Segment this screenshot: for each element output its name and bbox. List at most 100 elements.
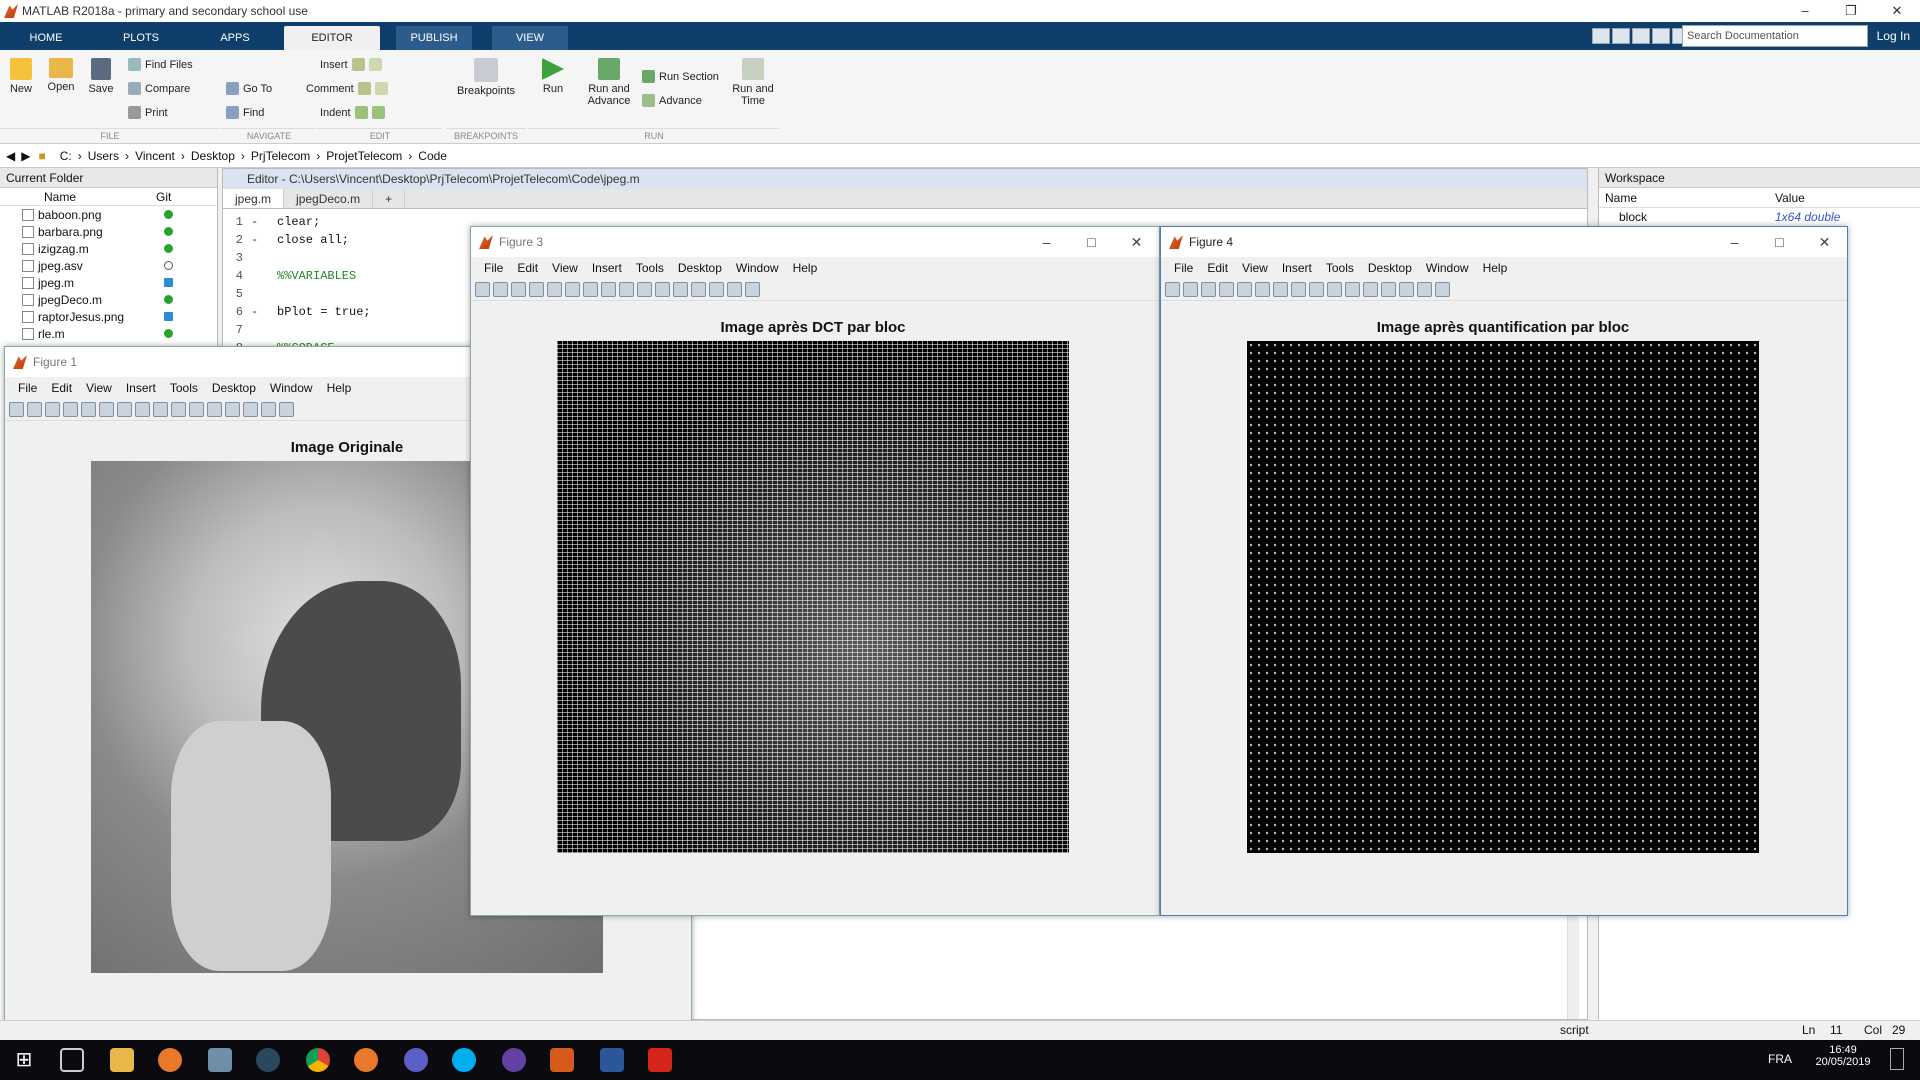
zoom-out-icon[interactable] xyxy=(583,282,598,297)
list-item[interactable]: raptorJesus.png xyxy=(0,308,217,325)
zoom-out-icon[interactable] xyxy=(1273,282,1288,297)
link-icon[interactable] xyxy=(207,402,222,417)
legend-icon[interactable] xyxy=(1399,282,1414,297)
pan-icon[interactable] xyxy=(135,402,150,417)
login-link[interactable]: Log In xyxy=(1877,25,1910,47)
tab-jpeg-m[interactable]: jpeg.m xyxy=(223,189,285,208)
menu-file[interactable]: File xyxy=(477,261,510,275)
menu-window[interactable]: Window xyxy=(263,381,320,395)
brush-icon[interactable] xyxy=(655,282,670,297)
hide-tools-icon[interactable] xyxy=(261,402,276,417)
workspace-col-value[interactable]: Value xyxy=(1775,188,1805,207)
brush-icon[interactable] xyxy=(189,402,204,417)
menu-help[interactable]: Help xyxy=(320,381,359,395)
brush-icon[interactable] xyxy=(1345,282,1360,297)
insert-button[interactable]: Insert xyxy=(320,58,382,71)
link-icon[interactable] xyxy=(673,282,688,297)
blender-icon[interactable] xyxy=(158,1048,182,1072)
breadcrumb-prjtelecom[interactable]: PrjTelecom xyxy=(251,149,310,163)
print-icon[interactable] xyxy=(63,402,78,417)
workspace-col-name[interactable]: Name xyxy=(1605,188,1775,207)
colorbar-icon[interactable] xyxy=(225,402,240,417)
tab-view[interactable]: VIEW xyxy=(492,26,568,50)
new-figure-icon[interactable] xyxy=(9,402,24,417)
indent-button[interactable]: Indent xyxy=(320,106,385,119)
print-icon[interactable] xyxy=(1219,282,1234,297)
open-icon[interactable] xyxy=(1183,282,1198,297)
menu-edit[interactable]: Edit xyxy=(510,261,545,275)
store-icon[interactable] xyxy=(208,1048,232,1072)
close-icon[interactable]: ✕ xyxy=(1874,0,1920,22)
list-item[interactable]: jpegDeco.m xyxy=(0,291,217,308)
data-cursor-icon[interactable] xyxy=(1327,282,1342,297)
compare-button[interactable]: Compare xyxy=(128,82,190,95)
close-icon[interactable]: ✕ xyxy=(1114,227,1159,257)
table-row[interactable]: block 1x64 double xyxy=(1599,208,1920,226)
menu-desktop[interactable]: Desktop xyxy=(205,381,263,395)
cut-icon[interactable] xyxy=(1612,28,1630,44)
menu-tools[interactable]: Tools xyxy=(163,381,205,395)
pan-icon[interactable] xyxy=(601,282,616,297)
breadcrumb-vincent[interactable]: Vincent xyxy=(135,149,175,163)
start-icon[interactable]: ⊞ xyxy=(12,1048,36,1072)
search-documentation-input[interactable]: Search Documentation xyxy=(1682,25,1868,47)
pointer-icon[interactable] xyxy=(547,282,562,297)
rotate-icon[interactable] xyxy=(619,282,634,297)
menu-help[interactable]: Help xyxy=(1476,261,1515,275)
notifications-icon[interactable] xyxy=(1890,1048,1904,1070)
zoom-in-icon[interactable] xyxy=(99,402,114,417)
menu-edit[interactable]: Edit xyxy=(44,381,79,395)
skype-icon[interactable] xyxy=(452,1048,476,1072)
matlab-taskbar-icon[interactable] xyxy=(550,1048,574,1072)
new-button[interactable]: New xyxy=(6,58,36,95)
new-figure-icon[interactable] xyxy=(475,282,490,297)
acrobat-icon[interactable] xyxy=(648,1048,672,1072)
tab-jpegdeco-m[interactable]: jpegDeco.m xyxy=(284,189,374,208)
save-icon[interactable] xyxy=(1592,28,1610,44)
save-button[interactable]: Save xyxy=(86,58,116,95)
zoom-in-icon[interactable] xyxy=(565,282,580,297)
app-icon[interactable] xyxy=(404,1048,428,1072)
pointer-icon[interactable] xyxy=(81,402,96,417)
word-icon[interactable] xyxy=(600,1048,624,1072)
colorbar-icon[interactable] xyxy=(691,282,706,297)
chrome-icon[interactable] xyxy=(306,1048,330,1072)
steam-icon[interactable] xyxy=(256,1048,280,1072)
menu-desktop[interactable]: Desktop xyxy=(1361,261,1419,275)
pointer-icon[interactable] xyxy=(1237,282,1252,297)
language-indicator[interactable]: FRA xyxy=(1768,1052,1792,1066)
find-files-button[interactable]: Find Files xyxy=(128,58,193,71)
run-and-time-button[interactable]: Run and Time xyxy=(728,58,778,107)
menu-view[interactable]: View xyxy=(1235,261,1275,275)
show-tools-icon[interactable] xyxy=(745,282,760,297)
task-view-icon[interactable] xyxy=(60,1048,84,1072)
menu-tools[interactable]: Tools xyxy=(1319,261,1361,275)
open-icon[interactable] xyxy=(27,402,42,417)
legend-icon[interactable] xyxy=(243,402,258,417)
minimize-icon[interactable]: – xyxy=(1712,227,1757,257)
zoom-in-icon[interactable] xyxy=(1255,282,1270,297)
maximize-icon[interactable]: □ xyxy=(1757,227,1802,257)
menu-file[interactable]: File xyxy=(11,381,44,395)
rotate-icon[interactable] xyxy=(1309,282,1324,297)
hide-tools-icon[interactable] xyxy=(1417,282,1432,297)
legend-icon[interactable] xyxy=(709,282,724,297)
pan-icon[interactable] xyxy=(1291,282,1306,297)
col-name-header[interactable]: Name xyxy=(44,188,156,205)
forward-icon[interactable]: ▶ xyxy=(21,149,30,163)
run-button[interactable]: Run xyxy=(534,58,572,95)
list-item[interactable]: jpeg.asv xyxy=(0,257,217,274)
tab-plots[interactable]: PLOTS xyxy=(106,26,176,50)
minimize-icon[interactable]: – xyxy=(1782,0,1828,22)
menu-insert[interactable]: Insert xyxy=(119,381,163,395)
list-item[interactable]: rle.m xyxy=(0,325,217,342)
tab-home[interactable]: HOME xyxy=(16,26,76,50)
breadcrumb-projettelecom[interactable]: ProjetTelecom xyxy=(326,149,402,163)
save-icon[interactable] xyxy=(1201,282,1216,297)
save-icon[interactable] xyxy=(511,282,526,297)
clock[interactable]: 16:49 20/05/2019 xyxy=(1808,1044,1878,1068)
back-icon[interactable]: ◀ xyxy=(6,149,15,163)
menu-help[interactable]: Help xyxy=(786,261,825,275)
print-button[interactable]: Print xyxy=(128,106,168,119)
menu-insert[interactable]: Insert xyxy=(585,261,629,275)
